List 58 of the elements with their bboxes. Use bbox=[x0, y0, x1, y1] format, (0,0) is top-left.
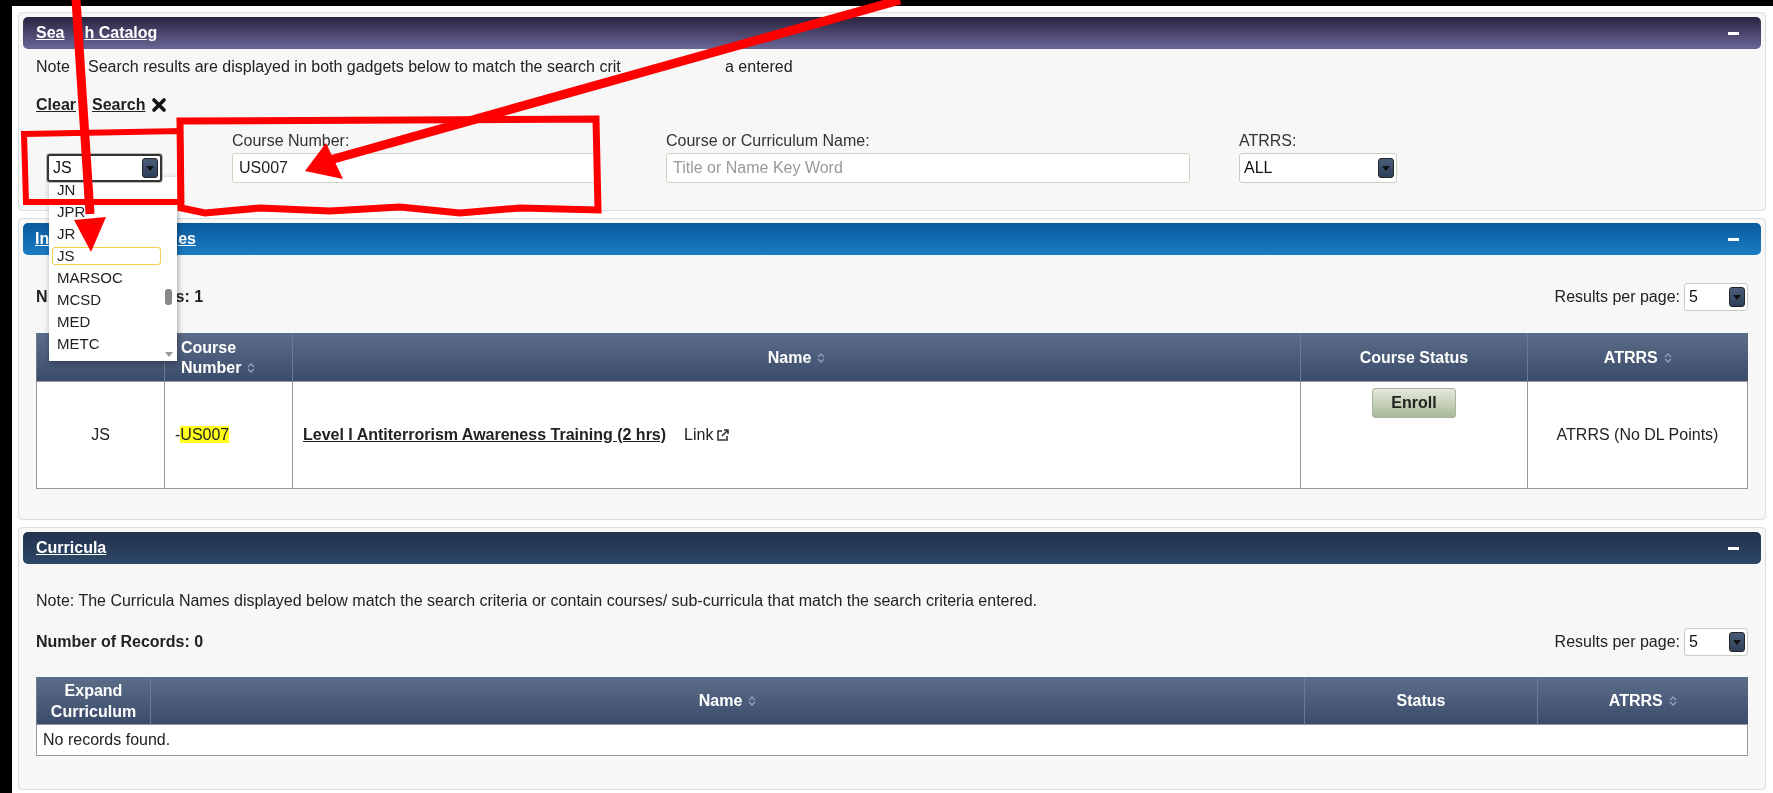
note-text: Note: The Curricula Names displayed below match the search criteria or contain courses/ sub-curricula that match the search criteria entered. bbox=[36, 591, 1039, 611]
panel-title-link[interactable]: Sea bbox=[36, 23, 65, 43]
dropdown-option[interactable]: MED bbox=[52, 313, 161, 331]
sort-icon[interactable] bbox=[748, 695, 757, 708]
column-header: Course Status bbox=[1300, 333, 1528, 382]
dropdown-option[interactable]: METC bbox=[52, 335, 161, 353]
note-text: a entered bbox=[725, 57, 793, 77]
select-field[interactable]: 5 bbox=[1684, 628, 1748, 656]
column-header[interactable]: ATRRS bbox=[1537, 677, 1748, 725]
record-count: s: 1 bbox=[175, 287, 204, 307]
minus-icon[interactable] bbox=[1728, 546, 1739, 550]
column-header[interactable]: ATRRS bbox=[1527, 333, 1748, 382]
panel-title-link[interactable]: es bbox=[178, 229, 196, 249]
table-cell: ATRRS (No DL Points) bbox=[1527, 381, 1748, 489]
dropdown-option[interactable]: JPR bbox=[52, 203, 161, 221]
dropdown-option[interactable]: JN bbox=[52, 181, 161, 199]
sort-icon[interactable] bbox=[817, 351, 826, 364]
column-header[interactable]: Course Number bbox=[164, 333, 293, 382]
field-label: Course or Curriculum Name: bbox=[666, 131, 871, 151]
minus-icon[interactable] bbox=[1728, 31, 1739, 35]
column-header: Expand Curriculum bbox=[36, 677, 151, 725]
note-text: Note bbox=[36, 57, 70, 77]
clear-search-link[interactable]: Clear bbox=[36, 95, 77, 115]
table-cell: JS bbox=[36, 381, 165, 489]
field-label: Course Number: bbox=[232, 131, 351, 151]
dropdown-option[interactable]: MARSOC bbox=[52, 269, 161, 287]
select-field[interactable]: 5 bbox=[1684, 283, 1748, 311]
record-count: Number of Records: 0 bbox=[36, 632, 204, 652]
table-cell: -US007 bbox=[164, 381, 293, 489]
dropdown-option[interactable]: JR bbox=[52, 225, 161, 243]
column-header: Status bbox=[1304, 677, 1538, 725]
note-text: Search results are displayed in both gadgets below to match the search crit bbox=[88, 57, 621, 77]
panel-title-link[interactable]: Curricula bbox=[36, 538, 107, 558]
results-per-page-label: Results per page: bbox=[1554, 632, 1680, 652]
dropdown-option[interactable]: JS bbox=[52, 247, 161, 265]
panel-title-link[interactable]: h Catalog bbox=[84, 23, 158, 43]
panel-title-link[interactable]: In bbox=[35, 229, 50, 249]
record-count: N bbox=[36, 287, 48, 307]
table-cell: No records found. bbox=[36, 724, 1748, 756]
course-link[interactable]: Level I Antiterrorism Awareness Training (2 hrs) bbox=[303, 426, 667, 443]
sort-icon[interactable] bbox=[1668, 695, 1677, 708]
sort-icon[interactable] bbox=[1663, 351, 1672, 364]
column-header[interactable]: Name bbox=[292, 333, 1301, 382]
scrollbar-thumb[interactable] bbox=[165, 289, 172, 305]
select-field[interactable]: ALL bbox=[1239, 153, 1397, 183]
external-link[interactable]: Link bbox=[684, 425, 714, 445]
clear-search-link[interactable]: Search bbox=[92, 95, 146, 115]
scroll-down-icon[interactable] bbox=[165, 352, 173, 357]
results-per-page-label: Results per page: bbox=[1554, 287, 1680, 307]
dropdown-option[interactable]: MCSD bbox=[52, 291, 161, 309]
enroll-button[interactable]: Enroll bbox=[1372, 388, 1456, 418]
column-header[interactable]: Name bbox=[150, 677, 1305, 725]
sort-icon[interactable] bbox=[247, 361, 256, 374]
external-link-icon[interactable] bbox=[716, 428, 731, 442]
minus-icon[interactable] bbox=[1728, 237, 1739, 241]
close-icon[interactable] bbox=[151, 97, 168, 113]
select-field[interactable]: JS bbox=[47, 154, 162, 182]
field-label: ATRRS: bbox=[1239, 131, 1298, 151]
